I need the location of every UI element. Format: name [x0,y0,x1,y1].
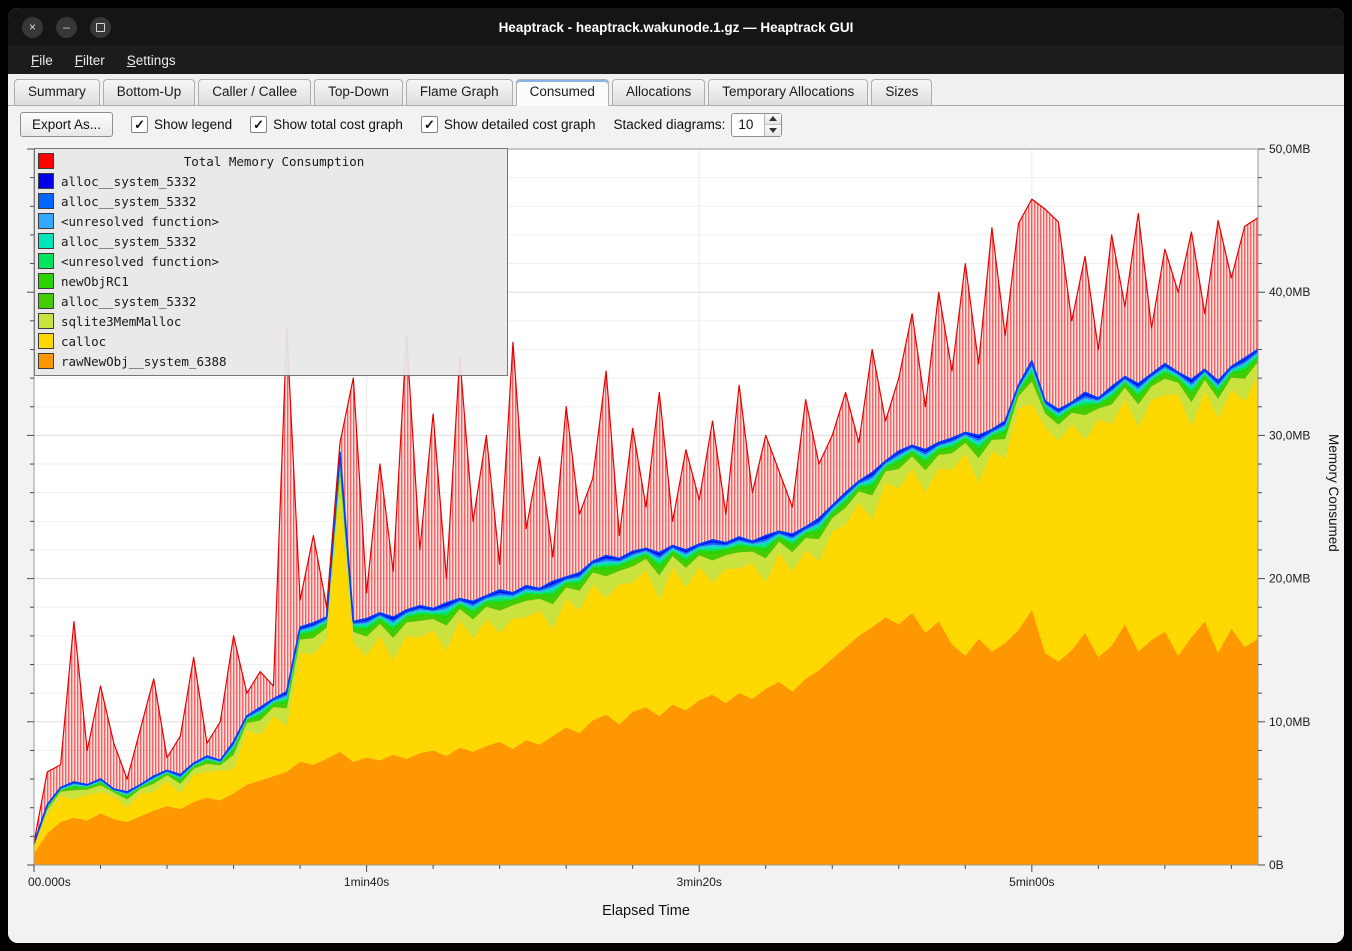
show-legend-option[interactable]: ✓ Show legend [131,116,232,133]
legend-item: sqlite3MemMalloc [35,311,507,331]
legend-title-row: Total Memory Consumption [35,151,507,171]
tab-sizes[interactable]: Sizes [871,79,932,105]
legend-item: alloc__system_5332 [35,171,507,191]
show-detailed-cost-checkbox[interactable]: ✓ [421,116,438,133]
tab-bottom-up[interactable]: Bottom-Up [103,79,196,105]
legend-item: calloc [35,331,507,351]
show-total-cost-option[interactable]: ✓ Show total cost graph [250,116,403,133]
close-icon[interactable]: × [22,17,43,38]
svg-text:0B: 0B [1269,858,1284,872]
show-legend-label: Show legend [154,117,232,132]
svg-text:Elapsed Time: Elapsed Time [602,903,690,919]
window-controls: × – [22,17,111,38]
tab-caller-callee[interactable]: Caller / Callee [198,79,311,105]
legend-label: alloc__system_5332 [61,234,196,249]
app-window: × – Heaptrack - heaptrack.wakunode.1.gz … [8,8,1344,943]
svg-text:5min00s: 5min00s [1009,875,1054,889]
svg-text:1min40s: 1min40s [344,875,389,889]
legend-swatch [38,213,54,229]
chevron-down-icon [769,128,777,133]
title-bar[interactable]: × – Heaptrack - heaptrack.wakunode.1.gz … [8,8,1344,46]
legend-swatch [38,193,54,209]
menu-file[interactable]: File [22,50,62,71]
spin-down-button[interactable] [765,125,781,136]
legend-item: <unresolved function> [35,251,507,271]
maximize-glyph [96,23,105,32]
stacked-diagrams-spinbox[interactable]: 10 [731,113,782,137]
window-title: Heaptrack - heaptrack.wakunode.1.gz — He… [8,20,1344,35]
legend-swatch [38,173,54,189]
tab-flame-graph[interactable]: Flame Graph [406,79,513,105]
svg-text:20,0MB: 20,0MB [1269,572,1310,586]
legend-item: <unresolved function> [35,211,507,231]
minimize-icon[interactable]: – [56,17,77,38]
svg-text:3min20s: 3min20s [677,875,722,889]
legend-item: alloc__system_5332 [35,231,507,251]
tab-temporary-allocations[interactable]: Temporary Allocations [708,79,868,105]
legend-label: sqlite3MemMalloc [61,314,181,329]
y-axis-title: Memory Consumed [1326,434,1341,552]
legend-item: rawNewObj__system_6388 [35,351,507,371]
legend-item: newObjRC1 [35,271,507,291]
tab-consumed[interactable]: Consumed [516,79,609,106]
legend-label: <unresolved function> [61,214,219,229]
tab-bar: Summary Bottom-Up Caller / Callee Top-Do… [8,74,1344,106]
maximize-icon[interactable] [90,17,111,38]
stacked-diagrams-label: Stacked diagrams: [614,117,726,132]
legend-swatch [38,313,54,329]
show-legend-checkbox[interactable]: ✓ [131,116,148,133]
stacked-diagrams-value[interactable]: 10 [732,114,764,136]
consumed-chart-area[interactable]: 0B 10,0MB 20,0MB 30,0MB 40,0MB 50,0MB 00.000s 1… [8,139,1344,943]
svg-text:00.000s: 00.000s [28,875,71,889]
legend-item: alloc__system_5332 [35,291,507,311]
svg-text:30,0MB: 30,0MB [1269,428,1310,442]
legend-label: alloc__system_5332 [61,174,196,189]
chart-legend: Total Memory Consumption alloc__system_5… [34,148,508,376]
chevron-up-icon [769,116,777,121]
legend-label: alloc__system_5332 [61,194,196,209]
legend-swatch [38,333,54,349]
svg-text:40,0MB: 40,0MB [1269,285,1310,299]
spin-up-button[interactable] [765,114,781,126]
export-as-button[interactable]: Export As... [20,112,113,137]
svg-text:50,0MB: 50,0MB [1269,142,1310,156]
stacked-diagrams-control: Stacked diagrams: 10 [614,113,783,137]
show-total-cost-label: Show total cost graph [273,117,403,132]
legend-swatch [38,273,54,289]
legend-label: rawNewObj__system_6388 [61,354,227,369]
legend-swatch [38,293,54,309]
menu-bar: File Filter Settings [8,46,1344,74]
spin-buttons [764,114,781,136]
svg-text:10,0MB: 10,0MB [1269,715,1310,729]
legend-label: newObjRC1 [61,274,129,289]
tab-summary[interactable]: Summary [14,79,100,105]
legend-swatch [38,353,54,369]
legend-label: calloc [61,334,106,349]
menu-filter[interactable]: Filter [66,50,114,71]
legend-swatch-total [38,153,54,169]
show-total-cost-checkbox[interactable]: ✓ [250,116,267,133]
tab-top-down[interactable]: Top-Down [314,79,403,105]
legend-swatch [38,253,54,269]
legend-title: Total Memory Consumption [61,154,507,169]
tab-allocations[interactable]: Allocations [612,79,705,105]
legend-item: alloc__system_5332 [35,191,507,211]
legend-label: alloc__system_5332 [61,294,196,309]
show-detailed-cost-label: Show detailed cost graph [444,117,596,132]
menu-settings[interactable]: Settings [118,50,185,71]
show-detailed-cost-option[interactable]: ✓ Show detailed cost graph [421,116,596,133]
legend-label: <unresolved function> [61,254,219,269]
legend-swatch [38,233,54,249]
chart-toolbar: Export As... ✓ Show legend ✓ Show total … [8,106,1344,141]
